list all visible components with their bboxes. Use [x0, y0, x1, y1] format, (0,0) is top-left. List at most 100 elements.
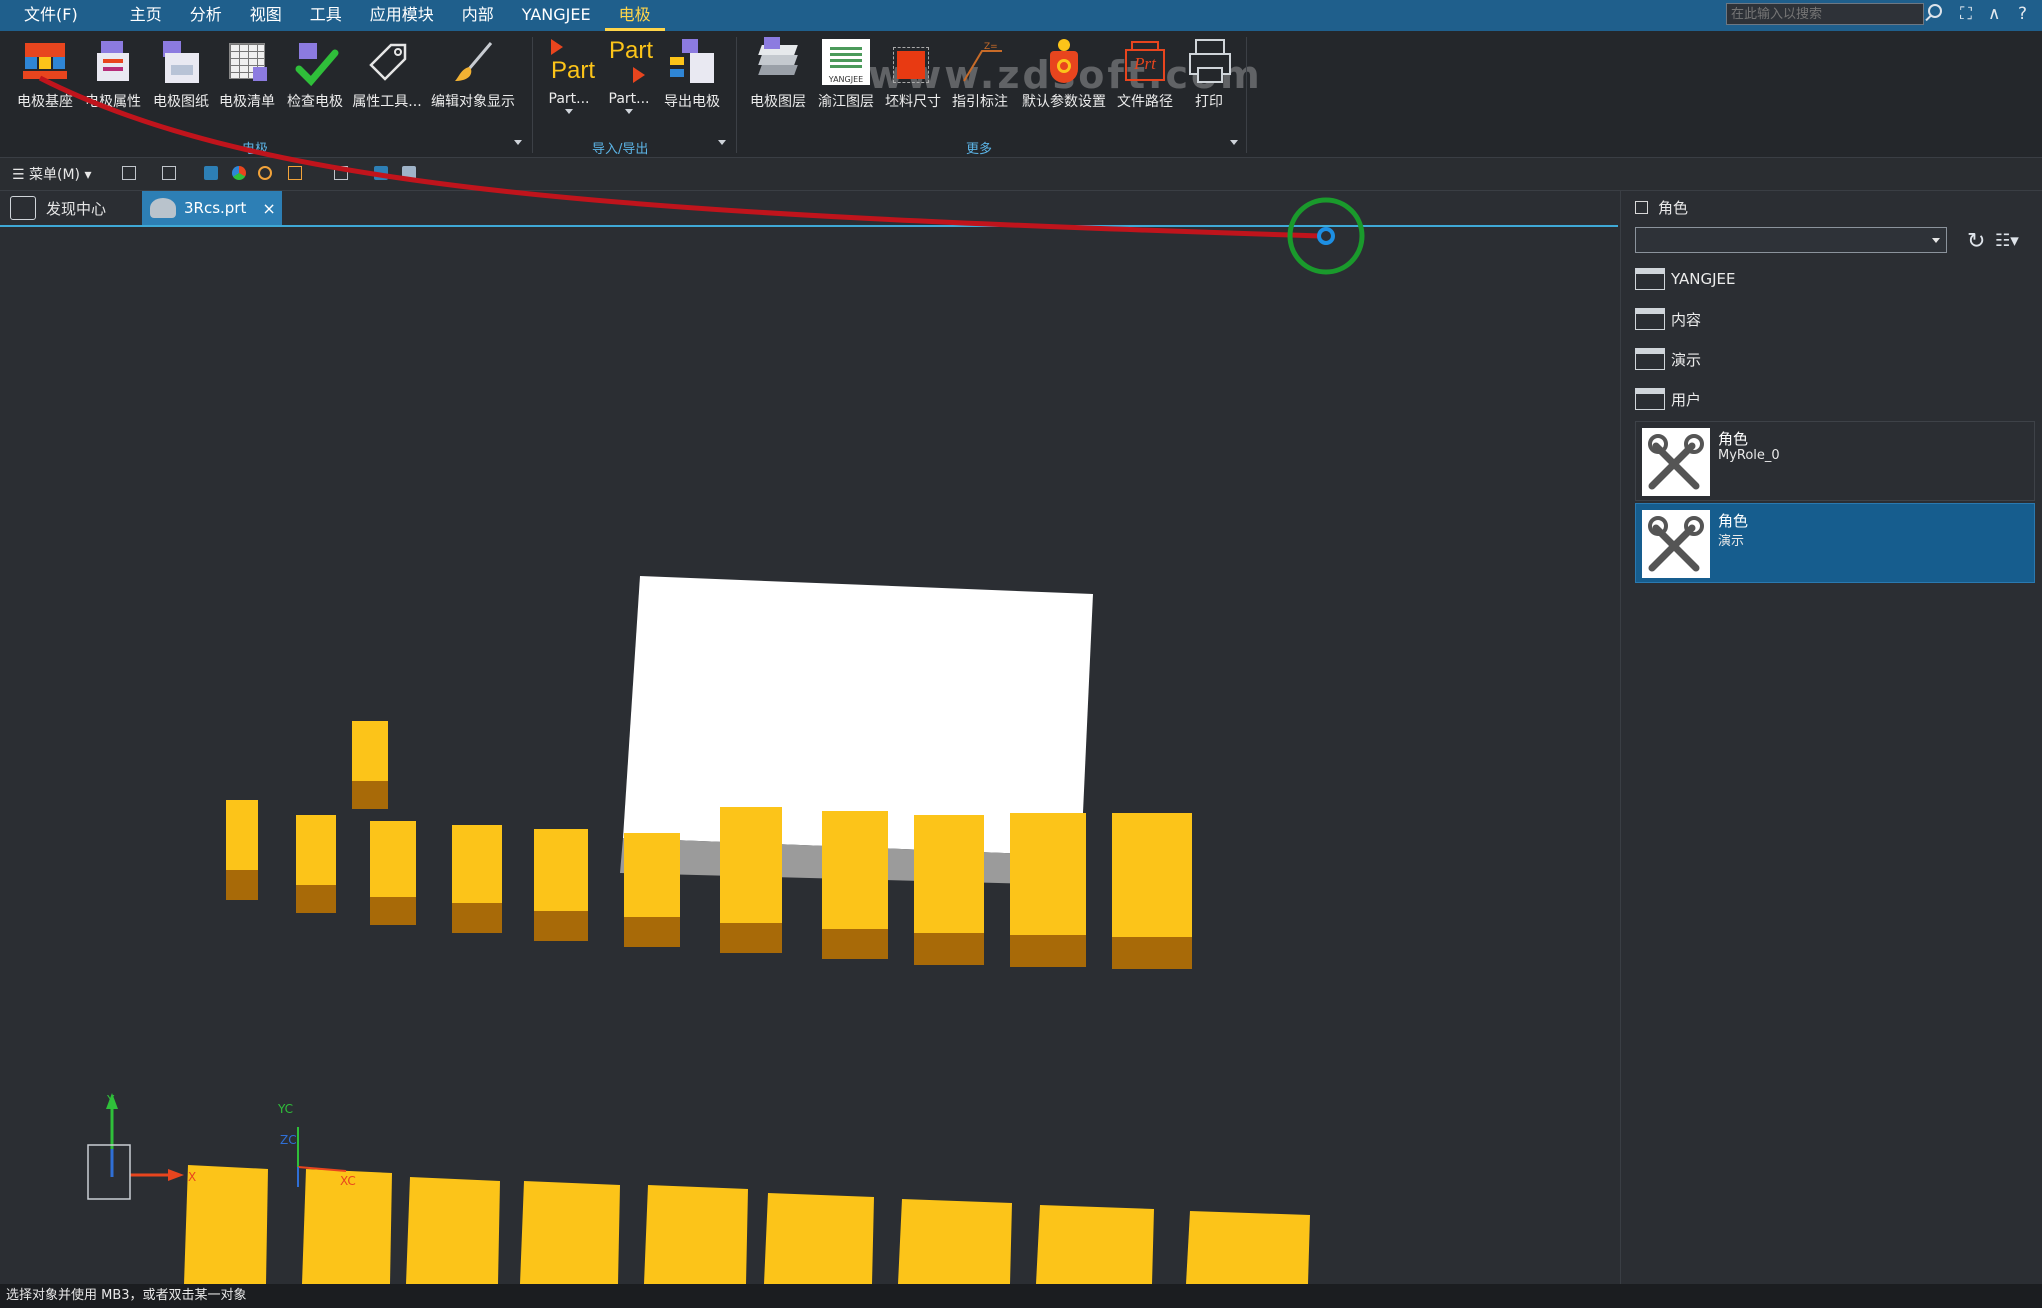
color-filter-icon[interactable] [232, 166, 246, 180]
folder-icon [1635, 308, 1665, 330]
check-electrode-button[interactable]: 检查电极 [284, 37, 346, 111]
quick-toolbar: ☰ 菜单(M) ▾ [0, 158, 2042, 191]
file-path-button[interactable]: Prt 文件路径 [1114, 37, 1176, 111]
group-expand-icon[interactable] [1230, 140, 1238, 145]
print-label: 打印 [1195, 94, 1223, 110]
electrode-list-label: 电极清单 [219, 94, 275, 110]
menu-button[interactable]: ☰ 菜单(M) ▾ [12, 164, 92, 184]
svg-text:Z=: Z= [984, 42, 998, 52]
ribbon: www.zdsoft.com 电极基座 电极属性 电极图纸 [0, 31, 2042, 158]
group-separator [1246, 37, 1247, 153]
role-filter-dropdown[interactable] [1635, 227, 1947, 253]
menu-internal[interactable]: 内部 [448, 0, 508, 31]
folder-open-icon [1635, 388, 1665, 410]
snap-point-icon[interactable] [204, 166, 218, 180]
tab-part-file[interactable]: 3Rcs.prt × [142, 191, 282, 225]
export-electrode-icon [668, 37, 716, 87]
part-import-button[interactable]: Part Part... [538, 37, 600, 114]
yangjee-layers-icon: YANGJEE [822, 37, 870, 87]
part-export-button[interactable]: Part Part... [598, 37, 660, 114]
axis-label-zc: ZC [280, 1133, 297, 1147]
role-title: 角色 [1718, 512, 1749, 530]
close-icon[interactable]: × [262, 199, 275, 218]
tag-icon [363, 37, 411, 87]
stock-size-icon [889, 37, 937, 87]
part-export-icon: Part [605, 37, 653, 87]
menu-application[interactable]: 应用模块 [356, 0, 448, 31]
yujiang-layer-label: 渝江图层 [818, 94, 874, 110]
group-expand-icon[interactable] [718, 140, 726, 145]
stock-size-button[interactable]: 坯料尺寸 [882, 37, 944, 111]
export-electrode-label: 导出电极 [664, 94, 720, 110]
folder-content[interactable]: 内容 [1635, 303, 2015, 335]
select-filter-icon[interactable] [122, 166, 136, 180]
add-point-icon[interactable] [288, 166, 302, 180]
attribute-tools-button[interactable]: 属性工具... [352, 37, 422, 111]
chevron-down-icon [565, 109, 573, 114]
refresh-icon[interactable]: ↻ [1967, 229, 1985, 254]
status-bar: 选择对象并使用 MB3，或者双击某一对象 [0, 1284, 2042, 1308]
role-card-demo[interactable]: 角色 演示 [1635, 503, 2035, 583]
folder-demo[interactable]: 演示 [1635, 343, 2015, 375]
wireframe-view-icon[interactable] [402, 166, 416, 180]
selection-scope-icon[interactable] [162, 166, 176, 180]
export-electrode-button[interactable]: 导出电极 [660, 37, 724, 111]
check-electrode-label: 检查电极 [287, 94, 343, 110]
yujiang-layer-button[interactable]: YANGJEE 渝江图层 [814, 37, 878, 111]
folder-icon [1635, 348, 1665, 370]
part-import-label: Part... [548, 91, 590, 107]
folder-user[interactable]: 用户 [1635, 383, 2015, 415]
tab-discovery-center[interactable]: 发现中心 [6, 191, 146, 225]
checkbox-icon[interactable] [1635, 201, 1648, 214]
box-select-icon[interactable] [334, 166, 348, 180]
electrode-layer-button[interactable]: 电极图层 [746, 37, 810, 111]
edit-object-display-button[interactable]: 编辑对象显示 [428, 37, 518, 111]
default-parameters-button[interactable]: 默认参数设置 [1018, 37, 1110, 111]
menu-analysis[interactable]: 分析 [176, 0, 236, 31]
group-label-electrode: 电极 [242, 142, 269, 157]
group-label-more: 更多 [966, 142, 993, 157]
tab-label: 3Rcs.prt [184, 199, 247, 217]
menu-view[interactable]: 视图 [236, 0, 296, 31]
folder-yangjee[interactable]: YANGJEE [1635, 263, 2015, 295]
chevron-down-icon [625, 109, 633, 114]
electrode-properties-button[interactable]: 电极属性 [82, 37, 144, 111]
search-icon[interactable] [1928, 4, 1942, 18]
map-icon [10, 196, 36, 220]
help-icon[interactable]: ? [2018, 4, 2027, 24]
shaded-view-icon[interactable] [374, 166, 388, 180]
role-title: 角色 [1718, 430, 1749, 448]
electrode-list-button[interactable]: 电极清单 [216, 37, 278, 111]
group-label-import-export: 导入/导出 [592, 142, 649, 157]
role-subtitle: 演示 [1718, 534, 1745, 549]
model-canvas[interactable]: Y X YC ZC XC [0, 227, 1618, 1284]
view-options-icon[interactable]: ☷▾ [1995, 231, 2019, 251]
hamburger-icon: ☰ [12, 167, 30, 183]
menu-button-label: 菜单(M) [29, 167, 81, 183]
file-path-label: 文件路径 [1117, 94, 1173, 110]
fullscreen-icon[interactable]: ⛶ [1960, 4, 1972, 24]
file-path-icon: Prt [1121, 37, 1169, 87]
brush-icon [449, 37, 497, 87]
electrode-base-icon [21, 37, 69, 87]
collapse-ribbon-icon[interactable]: ∧ [1988, 4, 2000, 24]
role-card-myrole[interactable]: 角色 MyRole_0 [1635, 421, 2035, 501]
print-button[interactable]: 打印 [1178, 37, 1240, 111]
electrode-properties-label: 电极属性 [85, 94, 141, 110]
part-file-icon [150, 198, 176, 218]
menu-tools[interactable]: 工具 [296, 0, 356, 31]
document-tabs: 发现中心 3Rcs.prt × [0, 191, 1618, 227]
group-expand-icon[interactable] [514, 140, 522, 145]
tab-label: 发现中心 [46, 199, 107, 218]
menu-yangjee[interactable]: YANGJEE [508, 0, 605, 31]
status-text: 选择对象并使用 MB3，或者双击某一对象 [6, 1288, 247, 1303]
search-input[interactable] [1726, 3, 1924, 25]
menu-home[interactable]: 主页 [116, 0, 176, 31]
menu-electrode[interactable]: 电极 [604, 0, 665, 31]
graphics-viewport[interactable]: Y X YC ZC XC [0, 227, 1618, 1284]
electrode-drawing-button[interactable]: 电极图纸 [150, 37, 212, 111]
leader-annotation-button[interactable]: Z= 指引标注 [948, 37, 1012, 111]
electrode-base-button[interactable]: 电极基座 [14, 37, 76, 111]
feature-filter-icon[interactable] [258, 166, 272, 180]
menu-file[interactable]: 文件(F) [10, 0, 92, 31]
